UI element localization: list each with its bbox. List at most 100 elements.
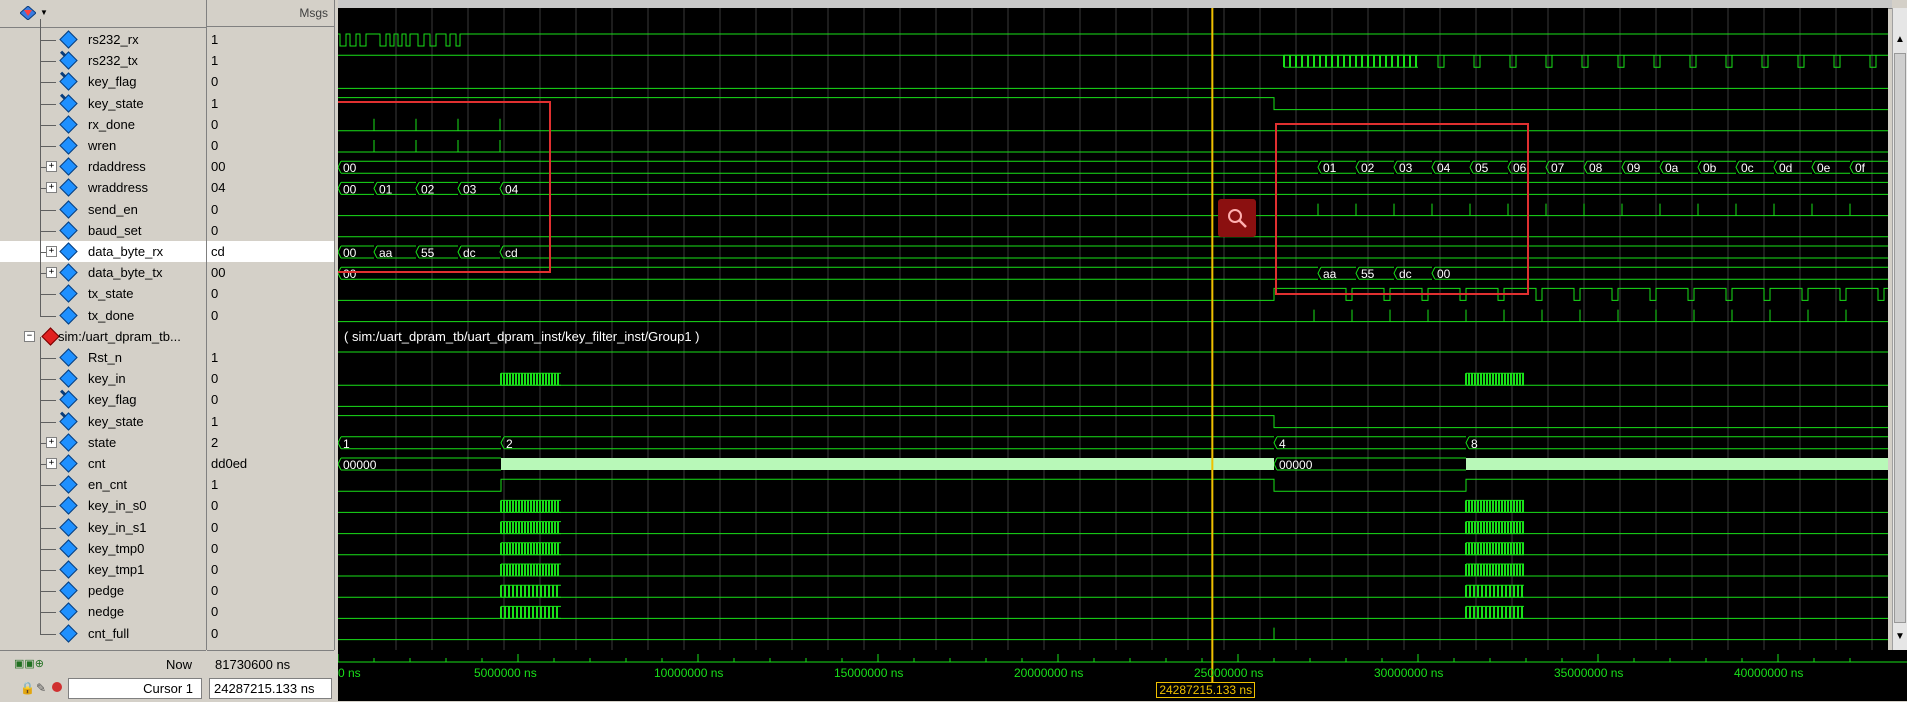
scroll-down-arrow-icon[interactable]: ▼ [1895, 631, 1905, 642]
value-row[interactable]: 1 [207, 474, 334, 495]
value-row[interactable]: 0 [207, 368, 334, 389]
signal-row[interactable]: + rdaddress [0, 146, 206, 177]
expand-icon[interactable]: + [46, 182, 57, 194]
signal-icon [59, 560, 78, 579]
collapse-icon[interactable]: − [24, 330, 35, 342]
signal-row[interactable]: key_in [0, 358, 206, 389]
tree-branch [40, 485, 56, 487]
value-row[interactable]: 1 [207, 50, 334, 71]
signal-row[interactable]: rs232_rx [0, 19, 206, 50]
signal-row[interactable]: key_in_s1 [0, 506, 206, 538]
expand-icon[interactable]: + [46, 267, 57, 279]
value-row[interactable]: 04 [207, 177, 334, 198]
signal-row[interactable]: key_flag [0, 379, 206, 410]
value-row[interactable]: 0 [207, 601, 334, 622]
signal-row[interactable]: key_state [0, 82, 206, 114]
signal-row[interactable]: pedge [0, 570, 206, 601]
tree-branch [40, 146, 56, 147]
signal-row[interactable]: + data_byte_rx [0, 231, 206, 262]
value-row[interactable]: 0 [207, 220, 334, 241]
cursor-readout[interactable]: 24287215.133 ns [1156, 682, 1256, 698]
value-row[interactable]: 0 [207, 559, 334, 580]
scroll-up-arrow-icon[interactable]: ▲ [1895, 34, 1905, 45]
tree-line [40, 358, 41, 380]
value-row[interactable]: cd [207, 241, 334, 262]
signal-row[interactable]: baud_set [0, 209, 206, 241]
value-row[interactable]: 1 [207, 29, 334, 50]
value-row[interactable]: 1 [207, 411, 334, 432]
expand-icon[interactable]: + [46, 458, 57, 469]
value-row[interactable]: 0 [207, 114, 334, 135]
signal-row[interactable]: key_state [0, 400, 206, 432]
now-label: Now [165, 657, 192, 672]
value-row[interactable]: 00 [207, 262, 334, 283]
signal-row[interactable]: + wraddress [0, 167, 206, 198]
signal-value: 0 [211, 540, 219, 556]
value-row[interactable]: 1 [207, 347, 334, 368]
magnifier-icon[interactable] [1218, 199, 1256, 237]
signal-row[interactable]: tx_state [0, 273, 206, 304]
value-row[interactable]: 0 [207, 135, 334, 156]
chevron-down-icon[interactable]: ▼ [40, 8, 48, 17]
signal-row[interactable]: rx_done [0, 103, 206, 135]
expand-icon[interactable]: + [46, 161, 57, 173]
remove-cursor-icon[interactable] [52, 682, 62, 692]
signal-row[interactable]: Rst_n [0, 337, 206, 368]
cursor-name-field[interactable]: Cursor 1 [68, 678, 202, 699]
signal-name: state [88, 434, 117, 450]
expand-icon[interactable]: + [46, 246, 57, 257]
signal-row[interactable]: nedge [0, 591, 206, 622]
value-row[interactable]: dd0ed [207, 453, 334, 474]
signal-row[interactable]: send_en [0, 188, 206, 220]
tree-branch [40, 40, 56, 41]
cursor-value-field[interactable]: 24287215.133 ns [209, 678, 332, 699]
signal-icon [59, 581, 78, 600]
signal-row[interactable]: wren [0, 125, 206, 156]
value-row[interactable]: 2 [207, 432, 334, 453]
value-row[interactable]: 00 [207, 156, 334, 177]
scroll-thumb[interactable] [1894, 53, 1906, 623]
waveform-canvas[interactable]: 00 01 02 03 04 05 06 07 08 09 0a 0b 0c 0d 0e 0f 00 01 02 03… [338, 8, 1888, 650]
signal-row[interactable]: tx_done [0, 294, 206, 326]
value-row[interactable]: 0 [207, 389, 334, 410]
vertical-scrollbar[interactable]: ▲ ▼ [1892, 8, 1907, 650]
waveform-pane[interactable]: 00 01 02 03 04 05 06 07 08 09 0a 0b 0c 0d 0e 0f 00 01 02 03… [338, 8, 1888, 650]
wrench-icon[interactable]: ✎ [36, 681, 46, 695]
value-row[interactable] [207, 326, 334, 347]
value-row[interactable]: 0 [207, 517, 334, 538]
signal-row[interactable]: + cnt [0, 443, 206, 474]
signal-row[interactable]: + state [0, 421, 206, 453]
signal-value: 0 [211, 201, 219, 217]
signal-row[interactable]: + data_byte_tx [0, 252, 206, 283]
value-row[interactable]: 0 [207, 283, 334, 304]
value-row[interactable]: 0 [207, 538, 334, 559]
tree-line [40, 209, 41, 231]
value-row[interactable]: 0 [207, 580, 334, 601]
lock-icon[interactable]: 🔒 [20, 681, 35, 695]
signal-row[interactable]: cnt_full [0, 612, 206, 644]
value-row[interactable]: 0 [207, 495, 334, 516]
signal-row[interactable]: rs232_tx [0, 40, 206, 71]
now-icons[interactable]: ▣▣⊕ [14, 657, 44, 670]
expand-icon[interactable]: + [46, 436, 57, 448]
signal-value: 0 [211, 498, 219, 514]
value-row[interactable]: 1 [207, 93, 334, 114]
signal-row[interactable]: en_cnt [0, 464, 206, 495]
signal-row[interactable]: key_flag [0, 61, 206, 92]
tree-line [40, 443, 41, 464]
value-row[interactable]: 0 [207, 199, 334, 220]
value-row[interactable]: 0 [207, 623, 334, 644]
ruler-tick-label: 0 ns [338, 666, 361, 680]
wave-toolbar-icon[interactable] [19, 5, 37, 21]
rdaddress-bus [338, 160, 342, 174]
value-row[interactable]: 0 [207, 71, 334, 92]
signal-row[interactable]: key_tmp0 [0, 527, 206, 559]
signal-row[interactable]: key_in_s0 [0, 485, 206, 516]
signal-row[interactable]: − sim:/uart_dpram_tb... [0, 326, 206, 347]
value-row[interactable]: 0 [207, 305, 334, 326]
signal-row[interactable]: key_tmp1 [0, 549, 206, 580]
tree-line [40, 421, 41, 443]
ruler-canvas[interactable] [338, 650, 1907, 701]
tree-line [40, 591, 41, 613]
timeline-ruler[interactable]: 0 ns 5000000 ns 10000000 ns 15000000 ns 2000… [338, 650, 1907, 701]
